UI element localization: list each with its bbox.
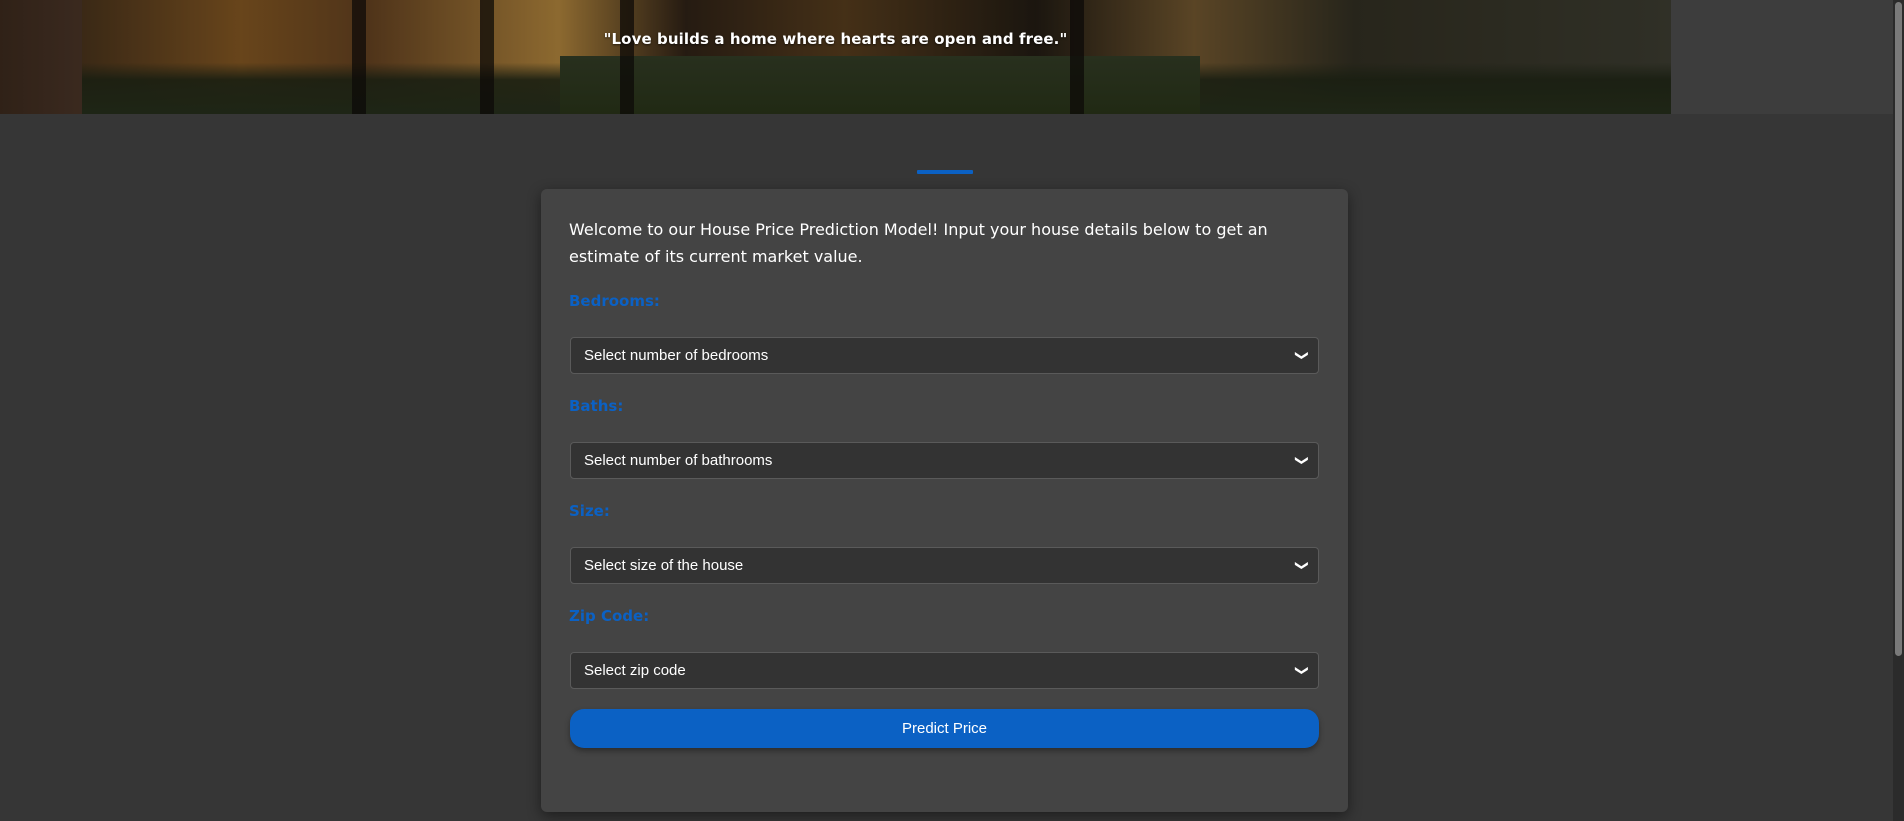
predict-price-button[interactable]: Predict Price	[570, 709, 1319, 748]
hero-overlay	[0, 0, 1671, 114]
baths-select[interactable]: Select number of bathrooms ❯	[570, 442, 1319, 479]
page: "Love builds a home where hearts are ope…	[0, 0, 1904, 821]
chevron-down-icon: ❯	[1295, 665, 1311, 676]
size-select[interactable]: Select size of the house ❯	[570, 547, 1319, 584]
size-label: Size:	[569, 502, 610, 520]
hero-banner: "Love builds a home where hearts are ope…	[0, 0, 1671, 114]
scrollbar-thumb[interactable]	[1895, 2, 1902, 656]
bedrooms-select-value: Select number of bedrooms	[584, 347, 769, 364]
hero-quote: "Love builds a home where hearts are ope…	[603, 30, 1068, 48]
zip-code-select[interactable]: Select zip code ❯	[570, 652, 1319, 689]
chevron-down-icon: ❯	[1295, 560, 1311, 571]
page-scrollbar[interactable]	[1893, 0, 1904, 821]
section-accent-line	[917, 170, 973, 174]
bedrooms-select[interactable]: Select number of bedrooms ❯	[570, 337, 1319, 374]
chevron-down-icon: ❯	[1295, 455, 1311, 466]
zip-code-select-value: Select zip code	[584, 662, 686, 679]
zip-code-label: Zip Code:	[569, 607, 650, 625]
bedrooms-label: Bedrooms:	[569, 292, 660, 310]
hero-side-strip	[1671, 0, 1893, 114]
chevron-down-icon: ❯	[1295, 350, 1311, 361]
size-select-value: Select size of the house	[584, 557, 744, 574]
prediction-form-card: Welcome to our House Price Prediction Mo…	[541, 189, 1348, 812]
baths-label: Baths:	[569, 397, 624, 415]
form-intro-text: Welcome to our House Price Prediction Mo…	[569, 220, 1268, 266]
baths-select-value: Select number of bathrooms	[584, 452, 773, 469]
